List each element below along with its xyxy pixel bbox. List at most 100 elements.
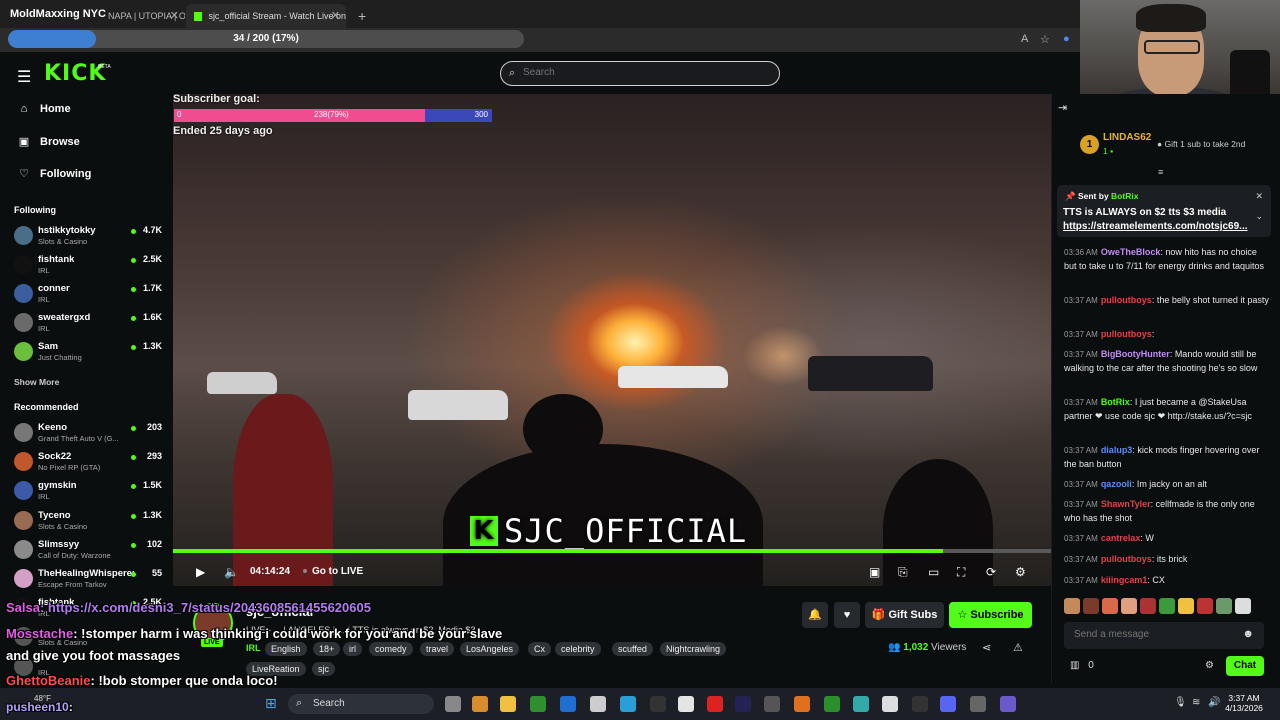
emote-icon[interactable] [1216, 598, 1232, 614]
pinned-message[interactable]: 📌 Sent by BotRix TTS is ALWAYS on $2 tts… [1057, 185, 1271, 237]
nav-following[interactable]: ♡ Following [18, 167, 91, 181]
points[interactable]: ▥ 0 [1070, 660, 1094, 671]
taskbar-search[interactable]: ⌕ Search [288, 694, 434, 714]
search-input[interactable] [523, 67, 763, 78]
taskbar-app-icon[interactable] [794, 696, 810, 712]
message-username[interactable]: BotRix [1101, 397, 1130, 407]
taskbar-app-icon[interactable] [940, 696, 956, 712]
chat-input-box[interactable]: ☻ [1064, 622, 1264, 649]
fullscreen-icon[interactable]: ⛶ [957, 565, 965, 580]
emote-icon[interactable] [1197, 598, 1213, 614]
chat-settings-gear-icon[interactable]: ⚙ [1205, 660, 1214, 671]
message-username[interactable]: BigBootyHunter [1101, 349, 1170, 359]
message-username[interactable]: qazooli [1101, 479, 1132, 489]
clip-icon[interactable]: ⎘ [898, 565, 908, 580]
extension-icon[interactable]: ● [1063, 33, 1070, 45]
sidebar-channel[interactable]: TheHealingWhisperer Escape From Tarkov 55 [14, 568, 164, 596]
message-username[interactable]: cantrelax [1101, 533, 1141, 543]
taskbar-app-icon[interactable] [445, 696, 461, 712]
stream-tag[interactable]: comedy [369, 642, 413, 656]
stream-category-link[interactable]: IRL [246, 643, 261, 653]
windows-start-icon[interactable]: ⊞ [265, 695, 277, 712]
taskbar-app-icon[interactable] [678, 696, 694, 712]
stream-tag[interactable]: LosAngeles [460, 642, 520, 656]
new-tab-button[interactable]: + [350, 4, 370, 28]
stream-tag[interactable]: travel [420, 642, 455, 656]
taskbar-app-icon[interactable] [912, 696, 928, 712]
settings-gear-icon[interactable]: ⚙ [1015, 565, 1026, 579]
taskbar-app-icon[interactable] [590, 696, 606, 712]
chevron-down-icon[interactable]: ⌄ [1255, 211, 1263, 222]
message-username[interactable]: dialup3 [1101, 445, 1133, 455]
pip-icon[interactable]: ▭ [928, 565, 939, 579]
play-icon[interactable]: ▶ [196, 565, 205, 579]
stream-tag[interactable]: Cx [528, 642, 551, 656]
theater-mode-icon[interactable]: ▣ [869, 565, 880, 579]
stream-tag[interactable]: Nightcrawling [660, 642, 727, 656]
notification-bell-button[interactable]: 🔔 [802, 602, 828, 628]
sidebar-channel[interactable]: Slimssyy Call of Duty: Warzone 102 [14, 539, 164, 567]
sidebar-channel[interactable]: Sock22 No Pixel RP (GTA) 293 [14, 451, 164, 479]
sidebar-channel[interactable]: hstikkytokky Slots & Casino 4.7K [14, 225, 164, 253]
replay-icon[interactable]: ⟳ [986, 565, 996, 579]
message-username[interactable]: pulloutboys [1101, 295, 1152, 305]
report-icon[interactable]: ⚠ [1013, 641, 1023, 654]
speaker-icon[interactable]: 🔊 [1208, 697, 1220, 708]
show-more-link[interactable]: Show More [14, 377, 59, 387]
sidebar-channel[interactable]: fishtank IRL 2.5K [14, 254, 164, 282]
taskbar-app-icon[interactable] [824, 696, 840, 712]
taskbar-app-icon[interactable] [620, 696, 636, 712]
seek-bar[interactable] [173, 549, 1051, 553]
message-username[interactable]: OweTheBlock [1101, 247, 1161, 257]
emote-icon[interactable] [1140, 598, 1156, 614]
filter-icon[interactable]: ≡ [1158, 167, 1163, 177]
taskbar-app-icon[interactable] [764, 696, 780, 712]
emote-icon[interactable] [1083, 598, 1099, 614]
collapse-chat-icon[interactable]: ⇥ [1058, 101, 1067, 114]
taskbar-app-icon[interactable] [530, 696, 546, 712]
follow-heart-button[interactable]: ♥ [834, 602, 860, 628]
pinned-link[interactable]: https://streamelements.com/notsjc69... [1063, 221, 1248, 232]
emote-icon[interactable] [1064, 598, 1080, 614]
message-username[interactable]: ShawnTyler [1101, 499, 1151, 509]
microphone-icon[interactable]: 🎙 [1174, 697, 1187, 708]
taskbar-app-icon[interactable] [472, 696, 488, 712]
emote-icon[interactable] [1178, 598, 1194, 614]
send-chat-button[interactable]: Chat [1226, 656, 1264, 676]
search-box[interactable]: ⌕ [500, 61, 780, 86]
sidebar-channel[interactable]: Sam Just Chatting 1.3K [14, 341, 164, 369]
emote-icon[interactable] [1121, 598, 1137, 614]
taskbar-app-icon[interactable] [735, 696, 751, 712]
sidebar-channel[interactable]: Keeno Grand Theft Auto V (G... 203 [14, 422, 164, 450]
taskbar-app-icon[interactable] [882, 696, 898, 712]
read-aloud-icon[interactable]: A [1021, 33, 1028, 45]
stream-tag[interactable]: scuffed [612, 642, 653, 656]
taskbar-app-icon[interactable] [707, 696, 723, 712]
close-icon[interactable]: ✕ [331, 9, 340, 22]
taskbar-app-icon[interactable] [970, 696, 986, 712]
taskbar-app-icon[interactable] [853, 696, 869, 712]
stream-tag[interactable]: celebrity [555, 642, 601, 656]
taskbar-app-icon[interactable] [500, 696, 516, 712]
unpin-icon[interactable]: ✕ [1255, 191, 1263, 202]
close-icon[interactable]: ✕ [170, 9, 179, 22]
nav-browse[interactable]: ▣ Browse [18, 135, 80, 149]
emoji-icon[interactable]: ☻ [1242, 628, 1254, 640]
stream-tag[interactable]: 18+ [313, 642, 341, 656]
nav-home[interactable]: ⌂ Home [18, 103, 71, 115]
volume-icon[interactable]: 🔈 [224, 565, 239, 579]
sidebar-channel[interactable]: conner IRL 1.7K [14, 283, 164, 311]
taskbar-app-icon[interactable] [650, 696, 666, 712]
chat-input[interactable] [1074, 629, 1234, 640]
share-icon[interactable]: ⋖ [982, 641, 991, 654]
taskbar-clock[interactable]: 3:37 AM 4/13/2026 [1224, 693, 1264, 713]
gift-subs-button[interactable]: 🎁 Gift Subs [865, 602, 944, 628]
message-username[interactable]: kiiingcam1 [1101, 575, 1148, 585]
emote-icon[interactable] [1159, 598, 1175, 614]
stream-tag[interactable]: sjc [312, 662, 335, 676]
emote-icon[interactable] [1102, 598, 1118, 614]
browser-tab-kick[interactable]: sjc_official Stream - Watch Live on ✕ [186, 4, 346, 28]
subscribe-button[interactable]: ☆ Subscribe [949, 602, 1032, 628]
wifi-icon[interactable]: ≋ [1192, 697, 1200, 708]
sidebar-channel[interactable]: sweatergxd IRL 1.6K [14, 312, 164, 340]
